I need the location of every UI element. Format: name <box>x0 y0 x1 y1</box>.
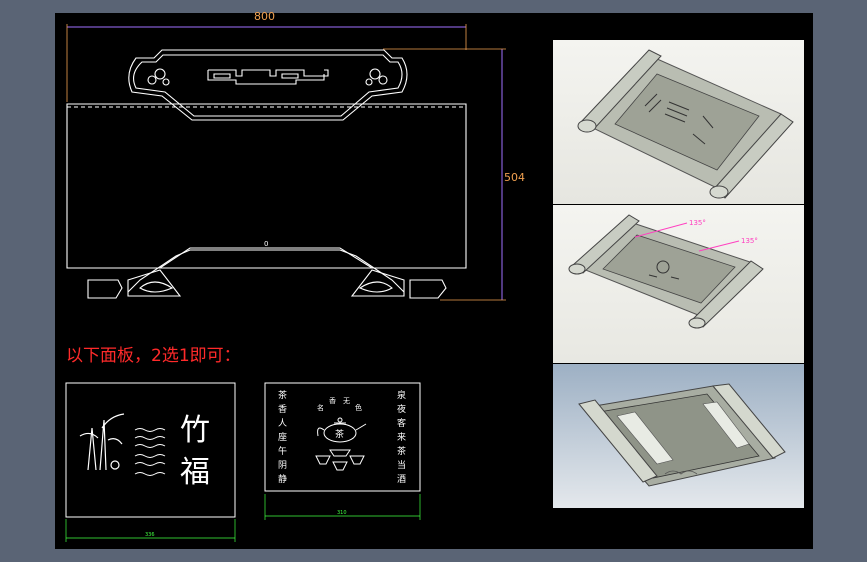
panel-b-right-column: 泉 夜 客 来 茶 当 酒 <box>397 389 406 485</box>
render-view-1 <box>553 40 804 204</box>
teapot-char: 茶 <box>335 428 344 440</box>
panel-b-left-column: 茶 香 人 座 午 阴 静 <box>278 389 287 485</box>
tray-render-2: 135° 135° <box>568 214 764 329</box>
left-col-char: 香 <box>278 404 287 415</box>
panel-a-char-1: 竹 <box>180 413 210 448</box>
left-col-char: 阴 <box>278 460 287 471</box>
angle-annotation-1: 135° <box>689 219 706 227</box>
render-view-2: 135° 135° <box>553 205 804 363</box>
panel-b: 茶 香 人 座 午 阴 静 泉 夜 客 来 茶 当 酒 名 香 无 色 茶 31… <box>264 382 421 520</box>
bottom-scroll-profile <box>87 247 447 299</box>
panel-b-top-arc: 名 香 无 色 <box>317 396 362 412</box>
panel-a-char-2: 福 <box>180 455 210 490</box>
dim-height-label: 504 <box>504 171 525 184</box>
right-col-char: 泉 <box>397 389 406 401</box>
panel-b-width: 310 <box>337 510 347 516</box>
dim-width-label: 800 <box>254 10 275 23</box>
left-col-char: 人 <box>278 418 287 429</box>
arc-char: 名 <box>317 403 324 412</box>
left-col-char: 座 <box>278 431 287 443</box>
right-col-char: 来 <box>397 432 406 443</box>
right-col-char: 茶 <box>397 445 406 457</box>
left-col-char: 静 <box>278 473 287 485</box>
teacups-icon <box>315 449 365 471</box>
tray-render-3 <box>578 383 786 487</box>
arc-char: 无 <box>343 397 350 405</box>
right-col-char: 夜 <box>397 403 406 415</box>
right-col-char: 当 <box>397 459 406 471</box>
center-mark: 0 <box>264 240 268 248</box>
left-col-char: 午 <box>278 445 287 457</box>
panel-choice-note: 以下面板，2选1即可： <box>66 346 241 366</box>
render-view-3 <box>553 364 804 508</box>
panel-a-width: 336 <box>145 532 155 538</box>
left-col-char: 茶 <box>278 389 287 401</box>
tray-render-1 <box>577 49 794 199</box>
bamboo-sketch <box>79 413 125 471</box>
arc-char: 香 <box>329 396 336 405</box>
dim-width: 800 <box>66 10 467 102</box>
right-col-char: 酒 <box>397 474 406 485</box>
right-col-char: 客 <box>397 417 406 429</box>
angle-annotation-2: 135° <box>741 237 758 245</box>
wave-lines <box>134 428 166 476</box>
panel-a: 竹 福 336 <box>65 382 236 542</box>
top-scroll-profile <box>128 49 408 121</box>
arc-char: 色 <box>355 403 362 412</box>
